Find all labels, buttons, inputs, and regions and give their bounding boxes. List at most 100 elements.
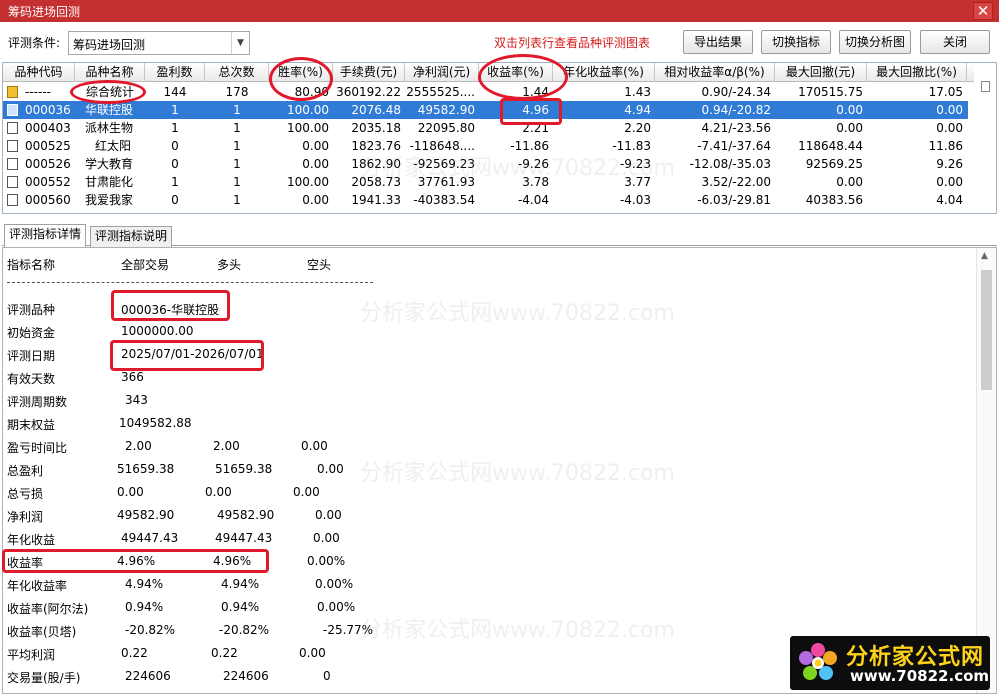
tab-details[interactable]: 评测指标详情 <box>4 224 87 247</box>
hint-text: 双击列表行查看品种评测图表 <box>494 36 651 50</box>
detail-header-long: 多头 <box>217 258 242 272</box>
column-header[interactable]: 胜率(%) <box>269 63 333 82</box>
column-header[interactable]: 年化收益率(%) <box>553 63 655 82</box>
export-button[interactable]: 导出结果 <box>683 30 753 54</box>
metric-label: 收益率(贝塔) <box>7 625 77 639</box>
cell-dd: 0.00 <box>836 103 863 117</box>
table-row[interactable]: 000552 甘肃能化 1 1 100.00 2058.73 37761.93 … <box>3 173 968 191</box>
column-header[interactable]: 相对收益率α/β(%) <box>655 63 775 82</box>
switch-indicator-button[interactable]: 切换指标 <box>761 30 831 54</box>
logo-url: www.70822.com <box>850 667 990 685</box>
detail-header-name: 指标名称 <box>7 258 56 272</box>
metric-label: 平均利润 <box>7 648 56 662</box>
metric-value: 49582.90 <box>217 508 275 522</box>
column-header[interactable]: 盈利数 <box>145 63 205 82</box>
detail-panel: 指标名称 全部交易 多头 空头 评测品种 000036-华联控股 初始资金 10… <box>2 247 997 694</box>
tab-description[interactable]: 评测指标说明 <box>90 226 173 247</box>
metric-value: 343 <box>125 393 148 407</box>
flower-logo-icon <box>799 643 837 680</box>
metric-value: 224606 <box>125 669 171 683</box>
scroll-thumb[interactable] <box>981 270 992 390</box>
document-icon <box>7 122 18 134</box>
chevron-down-icon[interactable]: ▼ <box>231 32 249 54</box>
cell-profit: -118648.... <box>409 139 475 153</box>
metric-label: 净利润 <box>7 510 44 524</box>
metric-label: 总亏损 <box>7 487 44 501</box>
cell-profit: -92569.23 <box>413 157 475 171</box>
condition-select[interactable]: 筹码进场回测 ▼ <box>68 31 250 55</box>
metric-label: 期末权益 <box>7 418 56 432</box>
cell-fee: 2058.73 <box>351 175 401 189</box>
metric-value: 51659.38 <box>117 462 175 476</box>
metric-value: 0.94% <box>125 600 164 614</box>
detail-scrollbar[interactable]: ▲ <box>976 248 996 693</box>
cell-rate: 100.00 <box>287 103 329 117</box>
metric-value: 4.96% <box>213 554 252 568</box>
document-icon <box>7 158 18 170</box>
column-header[interactable]: 净利润(元) <box>405 63 479 82</box>
metric-label: 盈亏时间比 <box>7 441 68 455</box>
metric-label: 评测周期数 <box>7 395 68 409</box>
metric-value: 0.00 <box>301 439 328 453</box>
column-header[interactable]: 最大回撤比(%) <box>867 63 967 82</box>
cell-name: 学大教育 <box>85 157 134 171</box>
grid-scrollbar[interactable] <box>974 63 996 213</box>
metric-label: 有效天数 <box>7 372 56 386</box>
table-row-selected[interactable]: 000036 华联控股 1 1 100.00 2076.48 49582.90 … <box>3 101 968 119</box>
column-header[interactable]: 手续费(元) <box>333 63 405 82</box>
metric-value: 1049582.88 <box>119 416 192 430</box>
cell-name: 华联控股 <box>85 103 134 117</box>
table-row-summary[interactable]: ------ 综合统计 144 178 80.90 360192.22 2555… <box>3 83 968 101</box>
chevron-up-icon[interactable]: ▲ <box>981 251 988 261</box>
results-table[interactable]: 品种代码 品种名称 盈利数 总次数 胜率(%) 手续费(元) 净利润(元) 收益… <box>2 62 997 214</box>
cell-code: 000525 <box>25 139 71 153</box>
close-button[interactable]: 关闭 <box>920 30 990 54</box>
scroll-thumb[interactable] <box>981 81 990 92</box>
cell-annual: 2.20 <box>624 121 651 135</box>
cell-rel: -7.41/-37.64 <box>697 139 771 153</box>
switch-chart-button[interactable]: 切换分析图 <box>839 30 911 54</box>
document-icon <box>7 140 18 152</box>
column-header[interactable]: 最大回撤(元) <box>775 63 867 82</box>
cell-name: 红太阳 <box>95 139 132 153</box>
close-icon[interactable]: ✕ <box>973 2 993 20</box>
detail-header-short: 空头 <box>307 258 332 272</box>
table-row[interactable]: 000525 红太阳 0 1 0.00 1823.76 -118648.... … <box>3 137 968 155</box>
metric-value: 2.00 <box>125 439 152 453</box>
cell-fee: 1823.76 <box>351 139 401 153</box>
table-row[interactable]: 000560 我爱我家 0 1 0.00 1941.33 -40383.54 -… <box>3 191 968 209</box>
splitter[interactable] <box>0 214 999 224</box>
metric-value: 1000000.00 <box>121 324 194 338</box>
cell-rate: 0.00 <box>302 193 329 207</box>
column-header[interactable]: 品种名称 <box>75 63 145 82</box>
metric-value: 000036-华联控股 <box>121 303 220 317</box>
column-header[interactable]: 总次数 <box>205 63 269 82</box>
divider <box>7 282 373 283</box>
cell-win: 0 <box>171 157 179 171</box>
cell-code: 000036 <box>25 103 71 117</box>
table-row[interactable]: 000403 派林生物 1 1 100.00 2035.18 22095.80 … <box>3 119 968 137</box>
cell-name: 综合统计 <box>85 85 134 99</box>
metric-value: 0.00% <box>307 554 346 568</box>
column-header[interactable]: 品种代码 <box>3 63 75 82</box>
cell-rate: 100.00 <box>287 121 329 135</box>
column-header[interactable]: 收益率(%) <box>479 63 553 82</box>
cell-total: 1 <box>233 175 241 189</box>
metric-value: 0.94% <box>221 600 260 614</box>
cell-ddr: 0.00 <box>936 175 963 189</box>
metric-value: 49447.43 <box>215 531 273 545</box>
metric-value: 0 <box>323 669 331 683</box>
metric-value: 4.96% <box>117 554 156 568</box>
metric-label: 总盈利 <box>7 464 44 478</box>
cell-profit: 49582.90 <box>417 103 475 117</box>
metric-value: 0.00 <box>117 485 144 499</box>
cell-total: 1 <box>233 103 241 117</box>
metric-value: 0.00 <box>313 531 340 545</box>
metric-value: -20.82% <box>125 623 176 637</box>
metric-value: 4.94% <box>125 577 164 591</box>
cell-ddr: 9.26 <box>936 157 963 171</box>
table-row[interactable]: 000526 学大教育 0 1 0.00 1862.90 -92569.23 -… <box>3 155 968 173</box>
document-icon <box>7 176 18 188</box>
cell-win: 0 <box>171 139 179 153</box>
cell-fee: 1862.90 <box>351 157 401 171</box>
